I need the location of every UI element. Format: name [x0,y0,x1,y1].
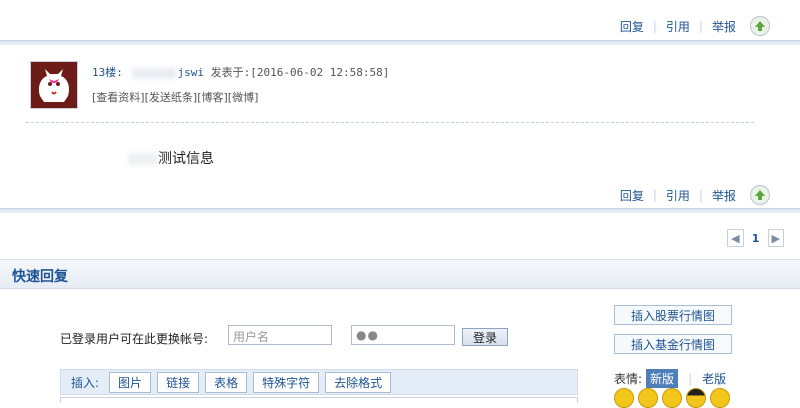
separator: | [698,188,703,202]
clear-format-button[interactable]: 去除格式 [325,371,392,393]
emoticon-tab-new[interactable]: 新版 [646,369,679,388]
separator: | [698,19,703,33]
blog-link[interactable]: [博客] [197,91,228,104]
pagination: ◀ 1 ▶ [727,229,784,247]
username-input[interactable]: 用户名 [228,325,332,345]
username-link[interactable]: jswi [178,66,205,79]
post-timestamp: [2016-06-02 12:58:58] [250,66,390,79]
grin-emoji-icon[interactable] [662,388,682,408]
post-divider [0,208,800,213]
post-divider [0,40,800,45]
reply-link[interactable]: 回复 [620,18,644,35]
smile-emoji-icon[interactable] [614,388,634,408]
quote-link[interactable]: 引用 [666,18,690,35]
next-page-button[interactable]: ▶ [767,229,784,247]
report-link[interactable]: 举报 [712,18,736,35]
report-link[interactable]: 举报 [712,187,736,204]
posted-label: 发表于: [210,66,251,79]
emoticon-list [614,388,730,408]
view-profile-link[interactable]: [查看资料] [92,91,145,104]
current-page[interactable]: 1 [747,229,764,247]
emoticon-label: 表情: [614,372,643,386]
insert-image-button[interactable]: 图片 [109,371,152,393]
insert-label: 插入: [71,375,100,390]
back-to-top-icon[interactable] [750,16,770,36]
emoticon-tabs: 表情: 新版 | 老版 [614,369,726,388]
quick-reply-header: 快速回复 [0,259,800,289]
send-message-link[interactable]: [发送纸条] [145,91,198,104]
prev-post-actions: 回复 | 引用 | 举报 [620,16,770,36]
back-to-top-icon[interactable] [750,185,770,205]
quick-reply-title: 快速回复 [12,269,68,285]
emoticon-tab-old[interactable]: 老版 [702,370,726,387]
prev-page-button[interactable]: ◀ [727,229,744,247]
insert-link-button[interactable]: 链接 [157,371,200,393]
separator: | [688,371,693,386]
separator: | [652,19,657,33]
insert-fund-chart-button[interactable]: 插入基金行情图 [614,334,732,354]
weibo-link[interactable]: [微博] [228,91,259,104]
username-redacted [131,67,176,79]
post-text: 测试信息 [158,151,214,167]
post-meta: 13楼: jswi 发表于:[2016-06-02 12:58:58] [92,64,389,80]
password-input[interactable]: ●● [351,325,455,345]
quote-link[interactable]: 引用 [666,187,690,204]
insert-stock-chart-button[interactable]: 插入股票行情图 [614,305,732,325]
insert-table-button[interactable]: 表格 [205,371,248,393]
post-actions: 回复 | 引用 | 举报 [620,185,770,205]
avatar[interactable] [30,61,78,109]
login-label: 已登录用户可在此更换帐号: [60,332,209,346]
wink-emoji-icon[interactable] [710,388,730,408]
laugh-emoji-icon[interactable] [638,388,658,408]
separator: | [652,188,657,202]
special-chars-button[interactable]: 特殊字符 [253,371,320,393]
redacted-text [128,153,158,165]
cool-emoji-icon[interactable] [686,388,706,408]
editor-toolbar: 插入: 图片 链接 表格 特殊字符 去除格式 [60,369,578,395]
login-button[interactable]: 登录 [462,328,508,346]
post-header-divider [26,122,754,123]
floor-number: 13楼: [92,66,123,79]
reply-link[interactable]: 回复 [620,187,644,204]
user-links: [查看资料][发送纸条][博客][微博] [92,89,258,105]
reply-textarea[interactable] [60,397,578,403]
post-content: 测试信息 [128,148,214,168]
